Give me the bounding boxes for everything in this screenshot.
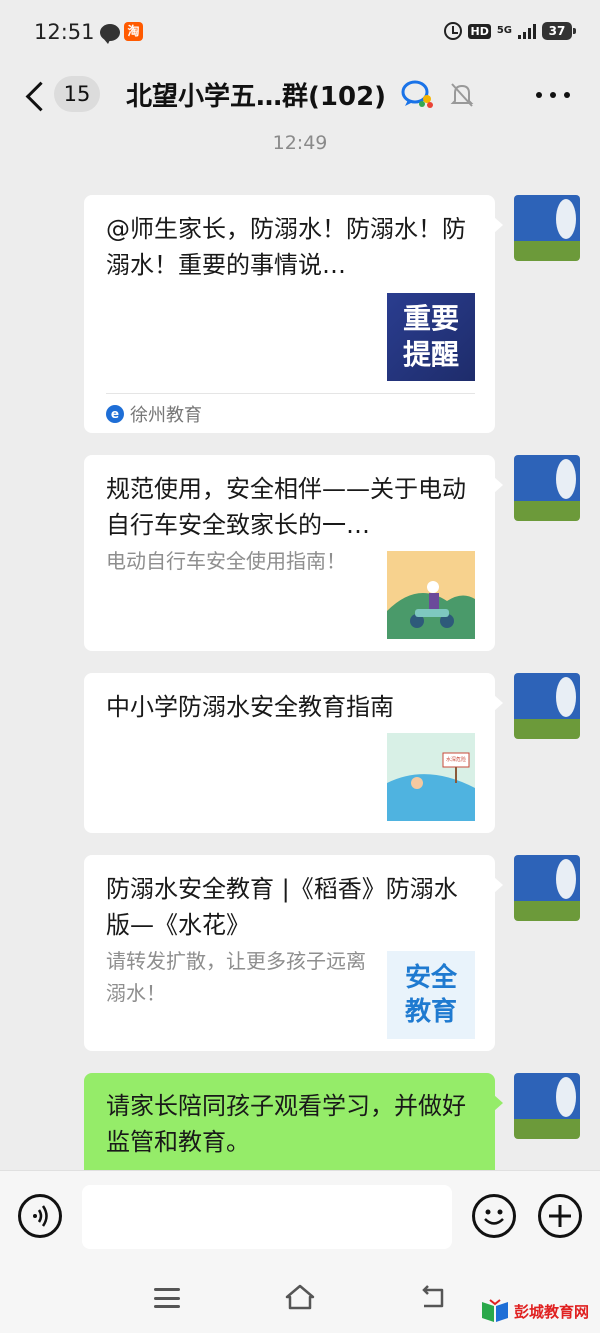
message-timestamp: 12:49 bbox=[272, 132, 328, 154]
smile-icon bbox=[484, 1209, 504, 1225]
status-indicators: HD 5G 37 bbox=[444, 22, 576, 40]
avatar-image bbox=[514, 455, 580, 521]
menu-icon[interactable] bbox=[154, 1288, 180, 1308]
message-notification-icon bbox=[100, 24, 120, 44]
message-text: 请家长陪同孩子观看学习，并做好监管和教育。 bbox=[106, 1092, 466, 1156]
avatar-image bbox=[514, 1073, 580, 1139]
article-thumbnail bbox=[387, 551, 475, 639]
avatar-image bbox=[514, 195, 580, 261]
home-icon[interactable] bbox=[284, 1282, 316, 1312]
article-title: 防溺水安全教育 |《稻香》防溺水版—《水花》 bbox=[106, 875, 458, 939]
emoji-button[interactable] bbox=[472, 1194, 516, 1238]
taobao-notification-icon: 淘 bbox=[124, 22, 143, 41]
network-type: 5G bbox=[496, 25, 512, 36]
thumbnail-text: 提醒 bbox=[402, 338, 459, 371]
battery-icon: 37 bbox=[542, 22, 576, 40]
avatar[interactable] bbox=[514, 195, 580, 261]
article-description: 请转发扩散，让更多孩子远离溺水！ bbox=[106, 949, 366, 1005]
article-source: e 徐州教育 bbox=[106, 401, 202, 427]
article-title: @师生家长，防溺水！防溺水！防溺水！重要的事情说… bbox=[106, 215, 466, 279]
avatar[interactable] bbox=[514, 673, 580, 739]
article-card-message[interactable]: 防溺水安全教育 |《稻香》防溺水版—《水花》 请转发扩散，让更多孩子远离溺水！ … bbox=[84, 855, 503, 1051]
text-message[interactable]: 请家长陪同孩子观看学习，并做好监管和教育。 bbox=[84, 1073, 503, 1170]
watermark: 彭城教育网 bbox=[480, 1298, 589, 1324]
signal-icon bbox=[518, 23, 536, 39]
more-functions-button[interactable] bbox=[538, 1194, 582, 1238]
thumbnail-text: 安全 bbox=[404, 963, 457, 993]
article-thumbnail: 重要 提醒 bbox=[387, 293, 475, 381]
status-time: 12:51 bbox=[34, 20, 95, 44]
warning-sign-text: 水深危险 bbox=[445, 757, 466, 763]
card-divider bbox=[106, 393, 475, 394]
alarm-icon bbox=[444, 22, 463, 40]
thumbnail-text: 教育 bbox=[404, 997, 457, 1027]
mute-bell-icon bbox=[450, 83, 474, 107]
chat-input-bar bbox=[0, 1170, 600, 1262]
back-nav-icon[interactable] bbox=[418, 1284, 448, 1312]
article-description: 电动自行车安全使用指南！ bbox=[106, 549, 346, 573]
thumbnail-text: 重要 bbox=[402, 302, 459, 335]
watermark-text: 彭城教育网 bbox=[514, 1302, 590, 1321]
drowning-warning-image bbox=[387, 733, 475, 821]
more-options-button[interactable] bbox=[536, 80, 570, 110]
source-name: 徐州教育 bbox=[130, 405, 202, 426]
hd-icon: HD bbox=[468, 23, 491, 39]
message-input[interactable] bbox=[82, 1185, 452, 1249]
voice-icon bbox=[33, 1205, 48, 1227]
scooter-rider-image bbox=[387, 551, 475, 639]
article-title: 规范使用，安全相伴——关于电动自行车安全致家长的一… bbox=[106, 475, 466, 539]
avatar-image bbox=[514, 673, 580, 739]
chat-bubbles-icon[interactable] bbox=[400, 78, 436, 110]
status-bar: 12:51 淘 HD 5G 37 bbox=[0, 0, 600, 66]
avatar-image bbox=[514, 855, 580, 921]
source-logo-icon: e bbox=[106, 405, 124, 423]
article-card-message[interactable]: @师生家长，防溺水！防溺水！防溺水！重要的事情说… 重要 提醒 e 徐州教育 bbox=[84, 195, 503, 433]
avatar[interactable] bbox=[514, 855, 580, 921]
avatar[interactable] bbox=[514, 1073, 580, 1139]
avatar[interactable] bbox=[514, 455, 580, 521]
article-card-message[interactable]: 中小学防溺水安全教育指南 水深危险 bbox=[84, 673, 503, 833]
book-logo-icon bbox=[482, 1299, 508, 1322]
unread-count-badge[interactable]: 15 bbox=[54, 76, 100, 112]
voice-input-button[interactable] bbox=[18, 1194, 62, 1238]
chat-title[interactable]: 北望小学五…群(102) bbox=[126, 76, 386, 113]
article-title: 中小学防溺水安全教育指南 bbox=[106, 693, 394, 721]
article-card-message[interactable]: 规范使用，安全相伴——关于电动自行车安全致家长的一… 电动自行车安全使用指南！ bbox=[84, 455, 503, 651]
chat-header: 15 北望小学五…群(102) bbox=[0, 66, 600, 126]
back-button[interactable] bbox=[24, 80, 48, 110]
article-thumbnail: 安全 教育 bbox=[387, 951, 475, 1039]
article-thumbnail: 水深危险 bbox=[387, 733, 475, 821]
